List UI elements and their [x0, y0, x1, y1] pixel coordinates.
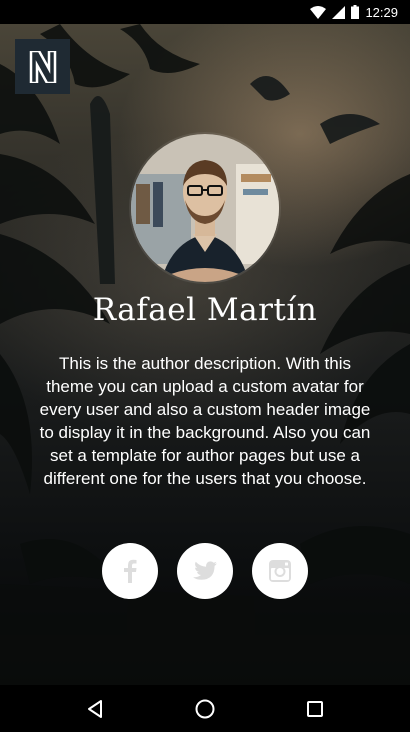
status-time: 12:29: [365, 4, 398, 20]
instagram-icon: [269, 560, 291, 582]
author-name: Rafael Martín: [92, 292, 318, 328]
back-icon: [88, 699, 102, 718]
facebook-icon: [124, 559, 137, 583]
wifi-icon: [310, 5, 327, 19]
site-logo[interactable]: [15, 39, 70, 94]
author-avatar: [131, 134, 279, 282]
cell-signal-icon: [332, 5, 346, 19]
instagram-button[interactable]: [252, 543, 308, 599]
twitter-icon: [193, 561, 217, 580]
facebook-button[interactable]: [102, 543, 158, 599]
author-header: Rafael Martín This is the author descrip…: [0, 24, 410, 685]
status-bar: 12:29: [0, 0, 410, 24]
home-button[interactable]: [185, 689, 225, 729]
recents-button[interactable]: [295, 689, 335, 729]
author-description: This is the author description. With thi…: [39, 354, 371, 488]
recents-icon: [307, 700, 323, 717]
battery-icon: [351, 5, 360, 19]
twitter-button[interactable]: [177, 543, 233, 599]
home-icon: [195, 699, 215, 718]
back-button[interactable]: [75, 689, 115, 729]
social-links: [0, 543, 410, 599]
navigation-bar: [0, 685, 410, 732]
logo-n-icon: [29, 50, 56, 83]
